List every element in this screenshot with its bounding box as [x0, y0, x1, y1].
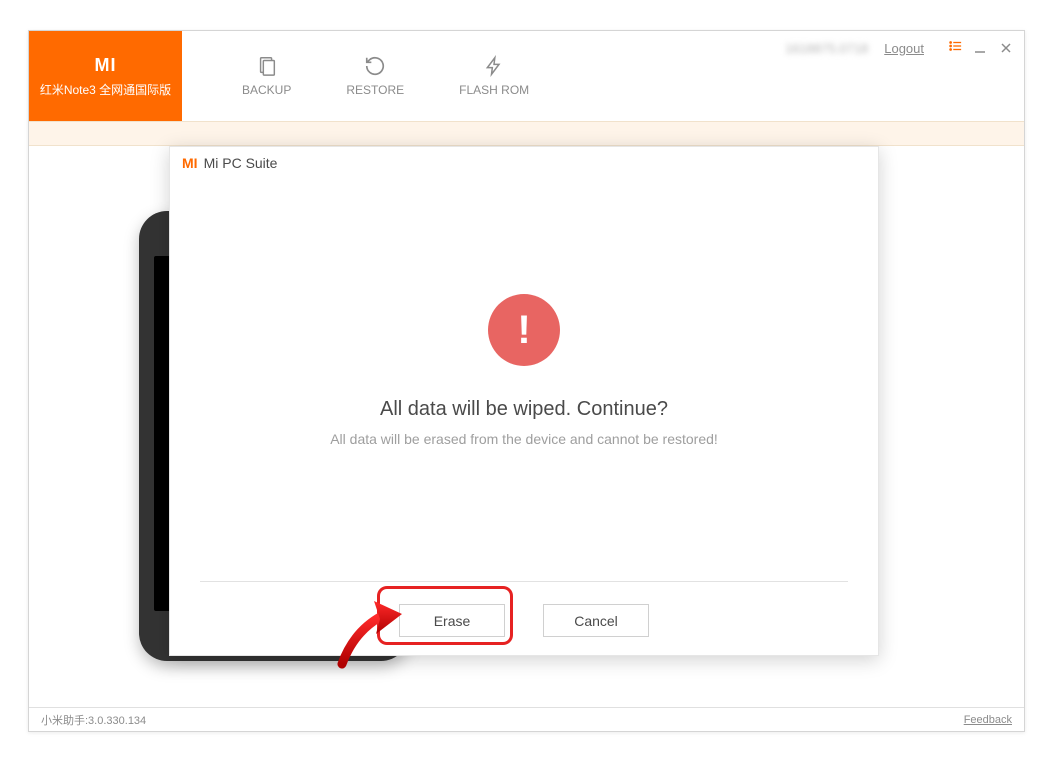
- feedback-link[interactable]: Feedback: [964, 714, 1012, 726]
- dialog-title-bar: MI Mi PC Suite: [170, 147, 878, 179]
- device-name: 红米Note3 全网通国际版: [40, 82, 171, 99]
- menu-icon[interactable]: [948, 39, 962, 57]
- content-area: пппппп MI Mi PC Suite ! All data will be…: [29, 146, 1024, 706]
- erase-button[interactable]: Erase: [399, 604, 505, 637]
- tab-restore[interactable]: RESTORE: [346, 55, 404, 97]
- cancel-button[interactable]: Cancel: [543, 604, 649, 637]
- tab-flashrom-label: FLASH ROM: [459, 83, 529, 97]
- tab-flashrom[interactable]: FLASH ROM: [459, 55, 529, 97]
- mi-logo-icon: MI: [95, 53, 117, 78]
- confirm-dialog: MI Mi PC Suite ! All data will be wiped.…: [169, 146, 879, 656]
- version-text: 小米助手:3.0.330.134: [41, 712, 146, 728]
- minimize-button[interactable]: [972, 40, 988, 56]
- tab-backup[interactable]: BACKUP: [242, 55, 291, 97]
- flash-icon: [483, 55, 505, 77]
- window-controls: 1618875.0718 Logout: [785, 39, 1014, 57]
- status-bar: 小米助手:3.0.330.134 Feedback: [29, 707, 1024, 731]
- notice-bar: [29, 121, 1024, 146]
- close-button[interactable]: [998, 40, 1014, 56]
- tab-restore-label: RESTORE: [346, 83, 404, 97]
- dialog-footer: Erase Cancel: [170, 581, 878, 637]
- tabs-bar: BACKUP RESTORE FLASH ROM: [182, 31, 529, 121]
- dialog-heading: All data will be wiped. Continue?: [380, 398, 668, 421]
- dialog-title-text: Mi PC Suite: [204, 155, 278, 171]
- header: MI 红米Note3 全网通国际版 BACKUP RESTORE FLAS: [29, 31, 1024, 121]
- main-window: MI 红米Note3 全网通国际版 BACKUP RESTORE FLAS: [28, 30, 1025, 732]
- alert-icon: !: [488, 294, 560, 366]
- dialog-subtext: All data will be erased from the device …: [330, 431, 718, 447]
- tab-backup-label: BACKUP: [242, 83, 291, 97]
- mi-small-icon: MI: [182, 155, 198, 171]
- device-tile[interactable]: MI 红米Note3 全网通国际版: [29, 31, 182, 121]
- backup-icon: [256, 55, 278, 77]
- restore-icon: [364, 55, 386, 77]
- dialog-buttons: Erase Cancel: [170, 604, 878, 637]
- user-id: 1618875.0718: [785, 41, 868, 56]
- dialog-divider: [200, 581, 848, 582]
- dialog-body: ! All data will be wiped. Continue? All …: [170, 179, 878, 447]
- logout-link[interactable]: Logout: [884, 41, 924, 56]
